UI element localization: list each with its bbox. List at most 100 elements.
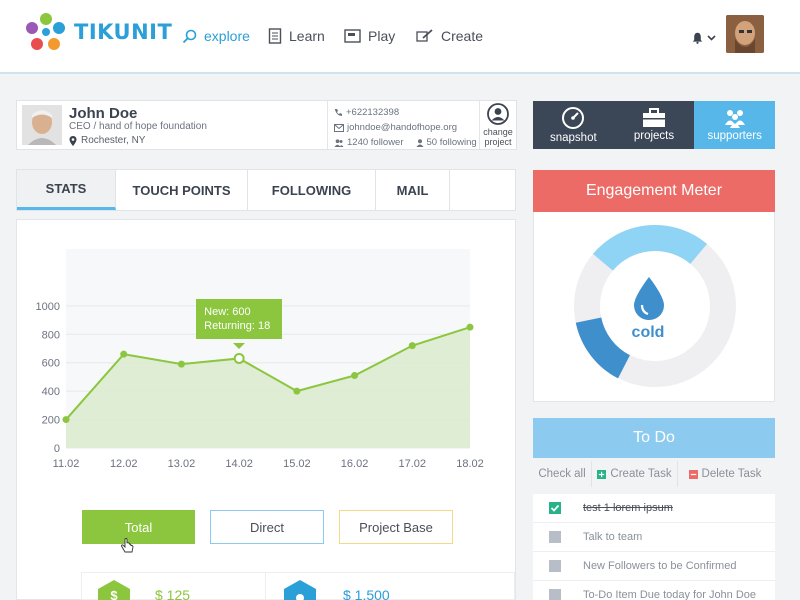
tooltip-arrow: [233, 343, 246, 350]
brand-name: TIKUNIT: [74, 20, 173, 44]
people-icon: [724, 110, 745, 128]
x-tick-label: 17.02: [399, 458, 427, 470]
visitors-area-chart: 0 200 400 600 800 1000 11.02 12.02 13.02 14.02 15.…: [36, 249, 484, 470]
tab-snapshot-label: snapshot: [549, 132, 597, 144]
y-tick-label: 0: [54, 443, 60, 455]
tab-projects[interactable]: projects: [613, 101, 695, 149]
nav-learn[interactable]: Learn: [268, 28, 344, 44]
stats-tabs: STATS TOUCH POINTS FOLLOWING MAIL: [16, 169, 516, 211]
nav-explore[interactable]: explore: [182, 28, 268, 44]
tab-snapshot[interactable]: snapshot: [533, 101, 614, 149]
svg-text:$: $: [110, 588, 118, 600]
data-point: [293, 387, 301, 395]
profile-card: John Doe CEO / hand of hope foundation R…: [16, 100, 517, 150]
tooltip-returning: Returning: 18: [204, 320, 271, 333]
tab-touch-points[interactable]: TOUCH POINTS: [116, 170, 248, 210]
y-tick-label: 200: [42, 415, 60, 427]
hand-cursor-icon: [121, 538, 134, 553]
main-nav: explore Learn Play Create: [182, 28, 483, 44]
data-point: [120, 350, 128, 358]
data-point: [177, 360, 185, 368]
notifications-menu[interactable]: [692, 32, 716, 44]
checkbox[interactable]: [549, 560, 561, 572]
logo[interactable]: TIKUNIT: [24, 10, 172, 54]
nav-create[interactable]: Create: [416, 28, 483, 44]
mail-icon: [334, 123, 344, 132]
x-tick-label: 11.02: [53, 458, 80, 470]
profile-role: CEO / hand of hope foundation: [69, 121, 207, 132]
direct-button[interactable]: Direct: [210, 510, 324, 544]
email-row[interactable]: johndoe@handofhope.org: [334, 120, 479, 135]
todo-item-label: Talk to team: [583, 531, 643, 543]
todo-item[interactable]: Talk to team: [533, 523, 775, 552]
y-tick-label: 1000: [36, 301, 60, 313]
user-circle-icon: [487, 103, 509, 125]
todo-item[interactable]: To-Do Item Due today for John Doe: [533, 581, 775, 600]
tab-projects-label: projects: [633, 130, 675, 142]
data-point: [62, 416, 70, 424]
create-task-button[interactable]: Create Task: [592, 461, 678, 487]
tab-supporters-label: supporters: [707, 130, 762, 142]
profile-location: Rochester, NY: [69, 135, 145, 146]
water-drop-icon: [634, 277, 664, 320]
x-tick-label: 13.02: [168, 458, 196, 470]
project-base-button[interactable]: Project Base: [339, 510, 453, 544]
todo-item-label: To-Do Item Due today for John Doe: [583, 589, 757, 600]
top-navigation-bar: TIKUNIT explore Learn Play Create: [0, 0, 800, 74]
engagement-meter-header: Engagement Meter: [533, 170, 775, 212]
check-all-label: Check all: [538, 468, 586, 480]
y-tick-label: 600: [42, 358, 60, 370]
delete-task-label: Delete Task: [701, 468, 762, 480]
data-point: [351, 372, 359, 380]
followers-icon: [334, 138, 344, 147]
data-point: [408, 342, 416, 350]
nav-play[interactable]: Play: [344, 28, 416, 44]
delete-task-button[interactable]: Delete Task: [678, 461, 772, 487]
change-project-label-2: project: [484, 137, 512, 147]
x-tick-label: 12.02: [110, 458, 138, 470]
todo-header: To Do: [533, 418, 775, 458]
checkbox[interactable]: [549, 589, 561, 600]
moneybag-hexagon-icon: [284, 580, 316, 600]
todo-item[interactable]: test 1 lorem ipsum: [533, 494, 775, 523]
money-a: $ 125: [155, 587, 191, 600]
hands-logo-icon: [26, 13, 65, 50]
following-icon: [416, 138, 424, 147]
tooltip-new: New: 600: [204, 306, 251, 319]
profile-contact: +622132398 johndoe@handofhope.org 1240 f…: [327, 101, 480, 149]
y-tick-label: 400: [42, 386, 60, 398]
y-tick-label: 800: [42, 329, 60, 341]
checkbox[interactable]: [549, 531, 561, 543]
play-window-icon: [344, 29, 361, 43]
user-avatar[interactable]: [726, 15, 764, 53]
nav-learn-label: Learn: [289, 28, 325, 44]
change-project-label-1: change: [483, 127, 513, 137]
todo-item-label: test 1 lorem ipsum: [583, 502, 673, 514]
briefcase-icon: [643, 108, 665, 127]
tab-stats[interactable]: STATS: [17, 170, 116, 210]
minus-icon: [688, 469, 698, 479]
todo-item[interactable]: New Followers to be Confirmed: [533, 552, 775, 581]
phone-icon: [335, 109, 342, 116]
change-project-button[interactable]: change project: [480, 103, 516, 147]
engagement-state: cold: [631, 324, 665, 341]
tab-supporters[interactable]: supporters: [694, 101, 776, 149]
profile-face-icon: [22, 105, 62, 145]
profile-photo: [22, 105, 62, 145]
profile-followers: 1240 follower: [347, 137, 404, 148]
map-pin-icon: [69, 135, 77, 146]
todo-list: test 1 lorem ipsum Talk to team New Foll…: [533, 494, 775, 600]
nav-play-label: Play: [368, 28, 396, 44]
checkmark-icon: [550, 504, 560, 512]
money-b: $ 1.500: [343, 587, 390, 600]
tab-following[interactable]: FOLLOWING: [248, 170, 376, 210]
total-button[interactable]: Total: [82, 510, 195, 544]
x-tick-label: 14.02: [225, 458, 253, 470]
pencil-icon: [416, 29, 433, 42]
checkbox-checked[interactable]: [549, 502, 561, 514]
check-all-button[interactable]: Check all: [533, 461, 592, 487]
profile-phone: +622132398: [346, 107, 400, 118]
bell-icon: [692, 32, 703, 44]
data-point-highlighted: [233, 352, 245, 364]
tab-mail[interactable]: MAIL: [376, 170, 450, 210]
